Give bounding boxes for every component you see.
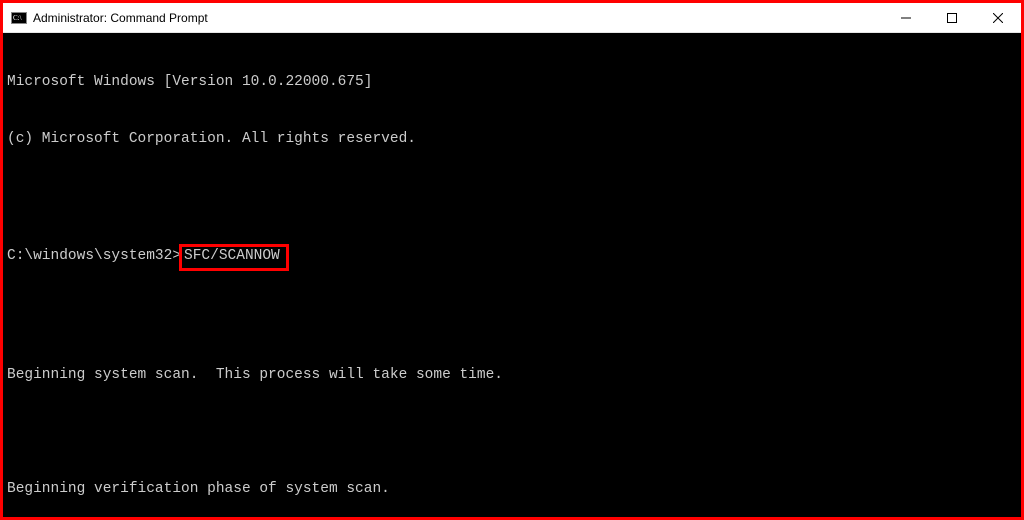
copyright-line: (c) Microsoft Corporation. All rights re…	[7, 130, 1017, 149]
minimize-button[interactable]	[883, 3, 929, 32]
prompt-line-1: C:\windows\system32>SFC/SCANNOW	[7, 244, 1017, 271]
window-controls	[883, 3, 1021, 32]
output-line: Beginning verification phase of system s…	[7, 480, 1017, 499]
window-title: Administrator: Command Prompt	[33, 11, 883, 25]
window-titlebar[interactable]: C:\ Administrator: Command Prompt	[3, 3, 1021, 33]
blank-line	[7, 423, 1017, 442]
maximize-button[interactable]	[929, 3, 975, 32]
svg-text:C:\: C:\	[13, 14, 22, 22]
command-highlight: SFC/SCANNOW	[179, 244, 289, 271]
blank-line	[7, 309, 1017, 328]
close-button[interactable]	[975, 3, 1021, 32]
output-line: Beginning system scan. This process will…	[7, 366, 1017, 385]
version-line: Microsoft Windows [Version 10.0.22000.67…	[7, 73, 1017, 92]
prompt-path: C:\windows\system32>	[7, 247, 181, 266]
annotated-frame: C:\ Administrator: Command Prompt Micros…	[0, 0, 1024, 520]
terminal-output[interactable]: Microsoft Windows [Version 10.0.22000.67…	[3, 33, 1021, 517]
cmd-icon: C:\	[11, 10, 27, 26]
command-text: SFC/SCANNOW	[184, 248, 280, 264]
blank-line	[7, 187, 1017, 206]
